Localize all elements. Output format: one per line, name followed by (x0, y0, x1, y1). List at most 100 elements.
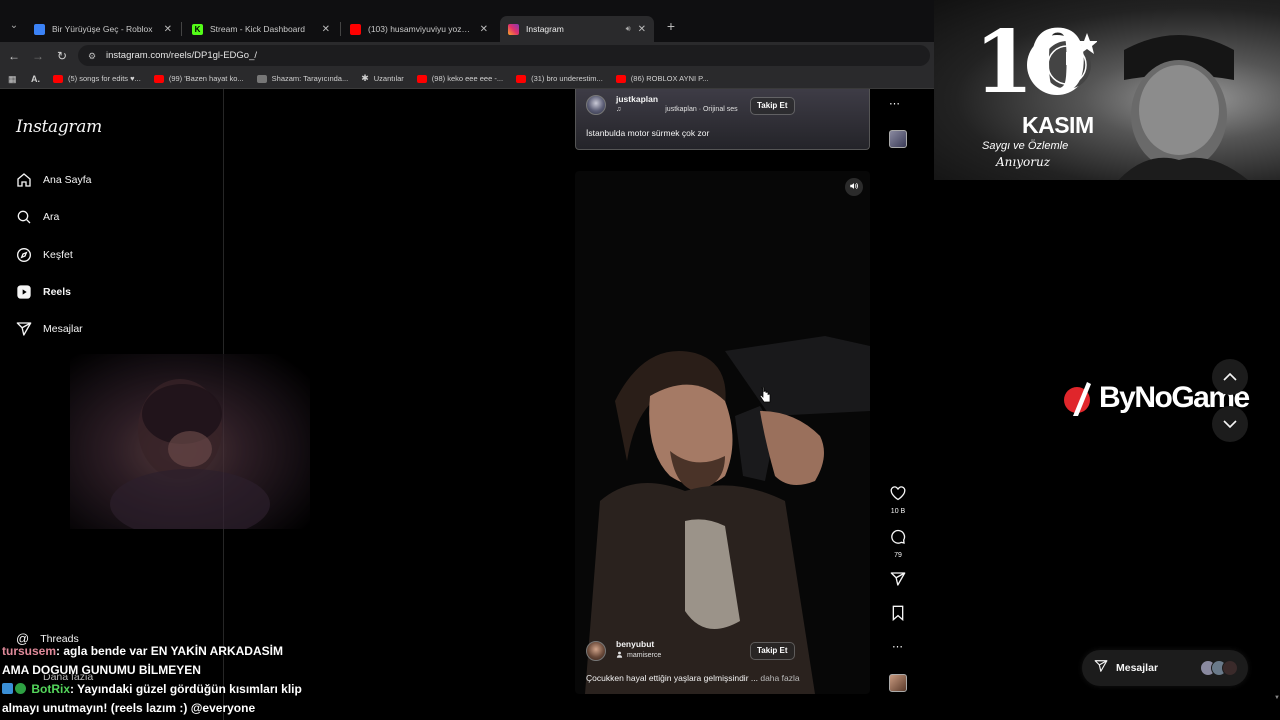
reel-card-previous[interactable]: justkaplan ♫ justkaplan · Orijinal ses T… (575, 89, 870, 150)
url-text[interactable]: instagram.com/reels/DP1gl-EDGo_/ (106, 50, 257, 61)
kick-favicon-icon: K (192, 23, 203, 35)
nav-search[interactable]: Ara (16, 207, 59, 227)
apps-grid-icon[interactable]: ▦ (8, 74, 18, 84)
avatar (1222, 660, 1238, 676)
reel-audio[interactable]: mamiserce (616, 651, 661, 660)
youtube-icon (53, 74, 63, 83)
banner-signature: Anıyoruz (996, 155, 1051, 169)
forward-icon[interactable]: → (30, 48, 46, 64)
reels-icon (16, 284, 32, 300)
previous-reel-button[interactable] (1212, 359, 1248, 395)
reload-icon[interactable]: ↻ (54, 48, 70, 64)
messages-pill[interactable]: Mesajlar (1082, 650, 1248, 686)
roblox-favicon-icon (34, 23, 45, 35)
nav-label: Ana Sayfa (43, 174, 92, 186)
like-button[interactable]: 10 B (887, 486, 909, 515)
send-icon (1094, 659, 1108, 678)
scroll-down-arrow-icon[interactable]: ▼ (1274, 695, 1280, 703)
audio-label: justkaplan · Orijinal ses (665, 106, 738, 113)
bookmark-item[interactable]: (86) ROBLOX AYNI P... (615, 74, 709, 83)
sponsor-emblem-icon (1064, 382, 1091, 416)
commemoration-banner: 10 KASIM Saygı ve Özlemle Anıyoruz (934, 0, 1280, 180)
new-tab-button[interactable]: + (663, 18, 679, 34)
heart-icon (890, 486, 906, 506)
tab-kick[interactable]: K Stream - Kick Dashboard ✕ (184, 16, 338, 42)
bookmark-item[interactable]: ✱ Uzantılar (361, 73, 404, 84)
speaker-icon (849, 178, 859, 196)
youtube-icon (153, 74, 164, 83)
address-bar[interactable]: ⚙ instagram.com/reels/DP1gl-EDGo_/ (78, 45, 930, 66)
send-icon (16, 321, 32, 337)
reel-audio[interactable]: ♫ justkaplan · Orijinal ses (616, 106, 738, 113)
bookmark-item[interactable]: Shazam: Tarayıcında... (256, 74, 349, 83)
avatar[interactable] (586, 95, 606, 115)
send-icon (890, 571, 906, 592)
bookmark-label: (86) ROBLOX AYNI P... (630, 74, 709, 83)
nav-explore[interactable]: Keşfet (16, 245, 73, 265)
speaker-icon[interactable]: 🔊︎ (626, 24, 631, 34)
youtube-icon (516, 74, 527, 83)
youtube-icon (615, 74, 626, 83)
bookmark-item[interactable]: (99) 'Bazen hayat ko... (153, 74, 244, 83)
chat-message: BotRix: Yayındaki güzel gördüğün kısımla… (2, 680, 312, 699)
reel-username[interactable]: benyubut (616, 639, 654, 649)
address-toolbar: ← → ↻ ⚙ instagram.com/reels/DP1gl-EDGo_/ (0, 42, 934, 69)
bookmark-item[interactable]: (98) keko eee eee -... (416, 74, 504, 83)
page-scrollbar[interactable]: ▼ (1272, 180, 1280, 720)
messages-label: Mesajlar (1116, 662, 1159, 674)
bookmark-a[interactable]: A. (31, 74, 40, 84)
comment-count: 79 (894, 552, 902, 559)
bookmark-label: (98) keko eee eee -... (431, 74, 504, 83)
chat-message: tursusem: agla bende var EN YAKİN ARKADA… (2, 642, 312, 661)
more-options-icon[interactable]: ⋯ (887, 640, 909, 653)
nav-reels[interactable]: Reels (16, 282, 71, 302)
bookmark-icon (891, 605, 905, 626)
site-info-icon[interactable]: ⚙ (86, 50, 98, 62)
like-count: 10 B (890, 508, 906, 515)
close-icon[interactable]: ✕ (480, 24, 488, 35)
nav-label: Ara (43, 211, 60, 223)
bookmark-label: Shazam: Tarayıcında... (271, 74, 349, 83)
search-icon (16, 209, 32, 225)
chat-message-continuation: almayı unutmayın! (reels lazım :) @every… (2, 699, 312, 718)
comment-button[interactable]: 79 (887, 529, 909, 559)
tab-roblox[interactable]: Bir Yürüyüşe Geç - Roblox ✕ (26, 16, 180, 42)
nav-messages[interactable]: Mesajlar (16, 319, 83, 339)
tab-search-chevron-icon[interactable]: ⌄ (6, 18, 22, 34)
bookmark-label: (99) 'Bazen hayat ko... (168, 74, 244, 83)
instagram-logo[interactable]: Instagram (16, 117, 102, 137)
close-icon[interactable]: ✕ (638, 24, 646, 35)
close-icon[interactable]: ✕ (322, 24, 330, 35)
tab-youtube[interactable]: (103) husamviyuviyu yozgat - Y ✕ (342, 16, 496, 42)
message-avatars (1200, 660, 1238, 676)
chat-text: AMA DOGUM GUNUMU BİLMEYEN (2, 663, 201, 677)
compass-icon (16, 247, 32, 263)
bookmark-item[interactable]: (5) songs for edits ♥... (53, 74, 141, 83)
bookmark-label: (5) songs for edits ♥... (68, 74, 141, 83)
back-icon[interactable]: ← (6, 48, 22, 64)
follow-button[interactable]: Takip Et (750, 97, 795, 115)
reel-caption: Çocukken hayal ettiğin yaşlara gelmişsin… (586, 673, 800, 683)
verified-badge-icon (15, 683, 26, 694)
next-reel-button[interactable] (1212, 406, 1248, 442)
comment-icon (890, 529, 906, 550)
save-button[interactable] (887, 605, 909, 626)
close-icon[interactable]: ✕ (164, 24, 172, 35)
music-note-icon: ♫ (616, 106, 622, 113)
chat-text: almayı unutmayın! (reels lazım :) @every… (2, 701, 256, 715)
reel-username[interactable]: justkaplan (616, 94, 658, 104)
audio-thumbnail[interactable] (889, 130, 907, 148)
more-options-icon[interactable]: ⋯ (889, 97, 901, 110)
more-link[interactable]: daha fazla (760, 673, 799, 683)
audio-thumbnail[interactable] (889, 674, 907, 692)
tab-instagram[interactable]: Instagram 🔊︎ ✕ (500, 16, 654, 42)
nav-home[interactable]: Ana Sayfa (16, 170, 91, 190)
avatar[interactable] (586, 641, 606, 661)
reel-video[interactable] (575, 171, 870, 694)
bookmark-label: Uzantılar (373, 74, 404, 83)
mute-toggle[interactable] (845, 178, 863, 196)
chat-text: : Yayındaki güzel gördüğün kısımları kli… (70, 682, 302, 696)
follow-button[interactable]: Takip Et (750, 642, 795, 660)
bookmark-item[interactable]: (31) bro underestim... (516, 74, 603, 83)
share-button[interactable] (887, 571, 909, 592)
